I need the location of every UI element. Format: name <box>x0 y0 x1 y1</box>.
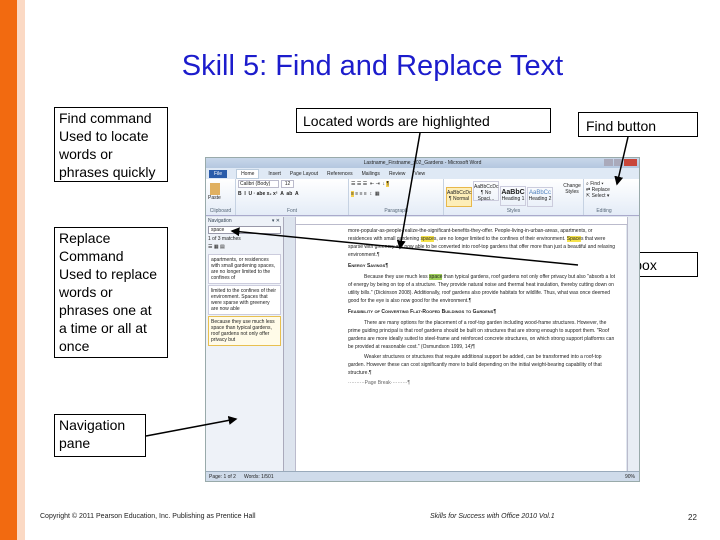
arrow-find-button <box>614 136 629 186</box>
page-number: 22 <box>688 513 697 522</box>
arrow-search-box <box>230 227 579 266</box>
copyright: Copyright © 2011 Pearson Education, Inc.… <box>40 513 256 520</box>
arrow-located-words <box>396 132 421 250</box>
series-title: Skills for Success with Office 2010 Vol.… <box>430 513 555 520</box>
arrow-navigation-pane <box>145 415 238 437</box>
callout-arrows <box>145 132 629 437</box>
